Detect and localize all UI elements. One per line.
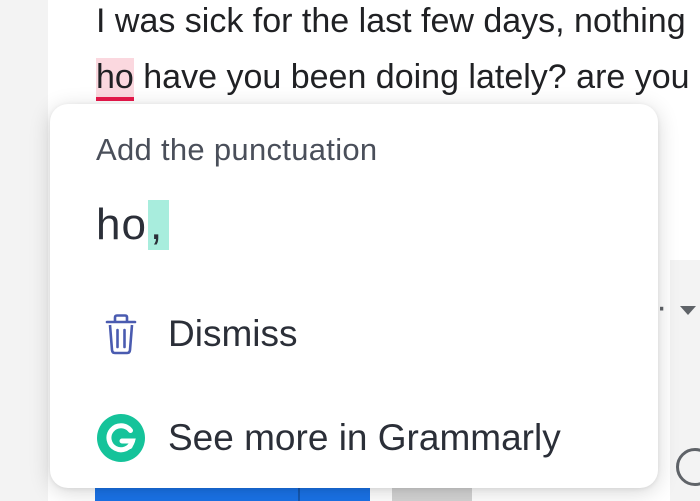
document-editor-viewport: I was sick for the last few days, nothin… [0, 0, 700, 501]
dismiss-label: Dismiss [168, 313, 298, 354]
suggestion-preview[interactable]: ho, [96, 200, 170, 250]
suggestion-insert: , [147, 200, 170, 250]
grammarly-logo-icon [96, 413, 146, 463]
see-more-label: See more in Grammarly [168, 417, 561, 458]
dropdown-caret-icon[interactable] [680, 306, 696, 315]
suggestion-word: ho [96, 200, 147, 249]
flagged-word[interactable]: ho [96, 58, 134, 101]
toolbar-button[interactable] [392, 488, 472, 501]
trash-icon [96, 309, 146, 359]
suggestion-heading: Add the punctuation [96, 132, 378, 167]
send-button-divider [298, 488, 300, 501]
document-text-line-1[interactable]: I was sick for the last few days, nothin… [96, 2, 686, 41]
send-button[interactable] [95, 488, 370, 501]
document-text-line-1-content: I was sick for the last few days, nothin… [96, 2, 686, 40]
dismiss-button[interactable]: Dismiss [96, 308, 297, 360]
grammarly-suggestion-card: Add the punctuation ho, Dismiss See more… [50, 104, 658, 488]
window-left-margin [0, 0, 48, 501]
see-more-in-grammarly-button[interactable]: See more in Grammarly [96, 412, 561, 464]
document-text-line-2[interactable]: ho have you been doing lately? are you [96, 58, 690, 101]
document-text-line-2-content: have you been doing lately? are you [133, 58, 690, 96]
